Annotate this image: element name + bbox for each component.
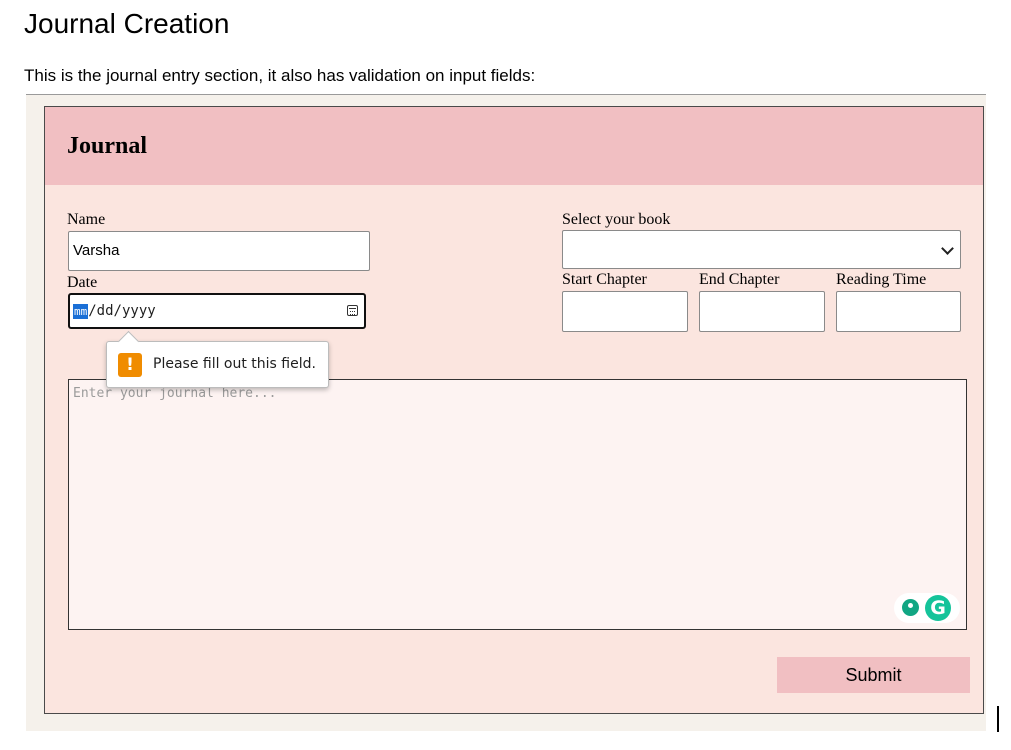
- date-day-year-segments[interactable]: /dd/yyyy: [88, 303, 155, 319]
- lightbulb-icon[interactable]: [902, 599, 919, 616]
- validation-tooltip: ! Please fill out this field.: [106, 330, 329, 388]
- date-label: Date: [67, 274, 98, 291]
- grammarly-icon[interactable]: G: [925, 595, 951, 621]
- end-chapter-label: End Chapter: [699, 271, 780, 288]
- document-intro: This is the journal entry section, it al…: [24, 66, 536, 85]
- journal-form-card: Journal Name Varsha Date mm/dd/yyyy Sele…: [44, 106, 984, 714]
- start-chapter-input[interactable]: [562, 291, 688, 332]
- date-input[interactable]: mm/dd/yyyy: [68, 293, 366, 329]
- calendar-icon[interactable]: [347, 305, 358, 316]
- document-title: Journal Creation: [24, 8, 230, 39]
- validation-message: Please fill out this field.: [153, 356, 316, 372]
- name-input[interactable]: Varsha: [68, 231, 370, 271]
- warning-icon: !: [118, 353, 142, 377]
- card-title: Journal: [67, 133, 148, 159]
- text-cursor: [997, 706, 999, 732]
- card-header: Journal: [45, 107, 983, 185]
- start-chapter-label: Start Chapter: [562, 271, 647, 288]
- chevron-down-icon: [941, 242, 954, 255]
- end-chapter-input[interactable]: [699, 291, 825, 332]
- journal-textarea[interactable]: Enter your journal here... G: [68, 379, 967, 630]
- reading-time-input[interactable]: [836, 291, 961, 332]
- reading-time-label: Reading Time: [836, 271, 927, 288]
- grammarly-widget[interactable]: G: [894, 593, 960, 623]
- date-month-segment[interactable]: mm: [73, 303, 89, 319]
- book-label: Select your book: [562, 211, 671, 228]
- name-label: Name: [67, 211, 106, 228]
- book-select[interactable]: [562, 230, 961, 269]
- journal-placeholder: Enter your journal here...: [73, 386, 277, 401]
- submit-button[interactable]: Submit: [777, 657, 970, 693]
